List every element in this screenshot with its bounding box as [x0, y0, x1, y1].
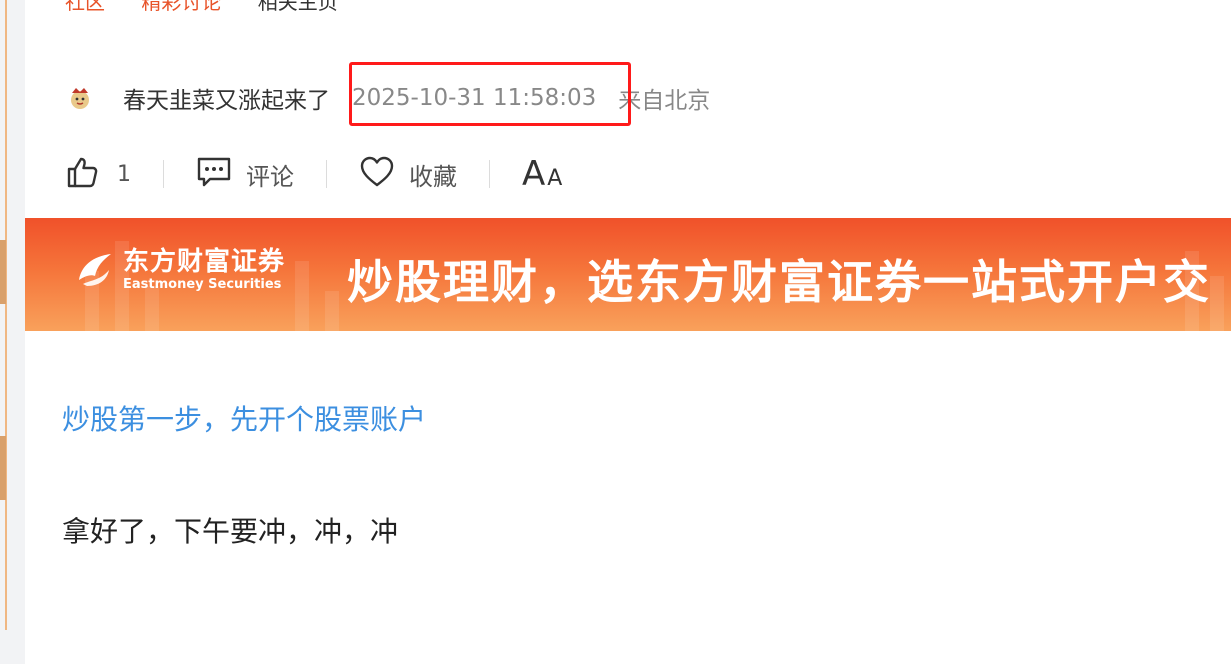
left-edge-line [5, 0, 7, 630]
header-fragment[interactable]: 精彩讨论 [141, 0, 221, 15]
comment-icon [196, 155, 232, 193]
action-divider [326, 160, 327, 188]
post-content-area: 社区 精彩讨论 相关主页 春天韭菜又涨起来了 2025-10-31 11:58:… [25, 0, 1231, 664]
heart-icon [359, 155, 395, 193]
font-size-button[interactable]: A A [522, 157, 562, 191]
avatar-icon[interactable] [65, 83, 95, 113]
open-account-link[interactable]: 炒股第一步，先开个股票账户 [62, 398, 426, 438]
header-fragment[interactable]: 社区 [65, 0, 105, 15]
favorite-label: 收藏 [409, 162, 457, 191]
like-button[interactable]: 1 [65, 155, 131, 193]
action-divider [163, 160, 164, 188]
header-fragment[interactable]: 相关主页 [258, 0, 338, 15]
eastmoney-brand: 东方财富证券 Eastmoney Securities [73, 246, 285, 294]
font-size-large-glyph: A [522, 154, 546, 194]
font-size-small-glyph: A [547, 166, 563, 191]
post-location: 来自北京 [618, 88, 711, 114]
left-edge-panel [0, 0, 25, 664]
author-name[interactable]: 春天韭菜又涨起来了 [123, 81, 330, 115]
brand-name-cn: 东方财富证券 [123, 247, 286, 277]
banner-slogan: 炒股理财，选东方财富证券一站式开户交 [347, 255, 1211, 309]
left-edge-tab[interactable] [0, 240, 6, 304]
comment-button[interactable]: 评论 [196, 155, 294, 193]
like-count: 1 [117, 161, 131, 187]
favorite-button[interactable]: 收藏 [359, 155, 457, 193]
comment-label: 评论 [246, 162, 294, 191]
brand-name-en: Eastmoney Securities [123, 277, 282, 292]
action-divider [489, 160, 490, 188]
post-body-text: 拿好了，下午要冲，冲，冲 [62, 515, 399, 548]
thumbs-up-icon [65, 155, 99, 193]
timestamp-highlight-box [349, 62, 631, 126]
eastmoney-ad-banner[interactable]: 东方财富证券 Eastmoney Securities 炒股理财，选东方财富证券… [25, 218, 1231, 331]
eastmoney-logo-icon [73, 246, 117, 294]
header-fragments: 社区 精彩讨论 相关主页 [65, 0, 368, 14]
left-edge-tab[interactable] [0, 436, 6, 500]
post-action-bar: 1 评论 收藏 A A [65, 152, 562, 196]
